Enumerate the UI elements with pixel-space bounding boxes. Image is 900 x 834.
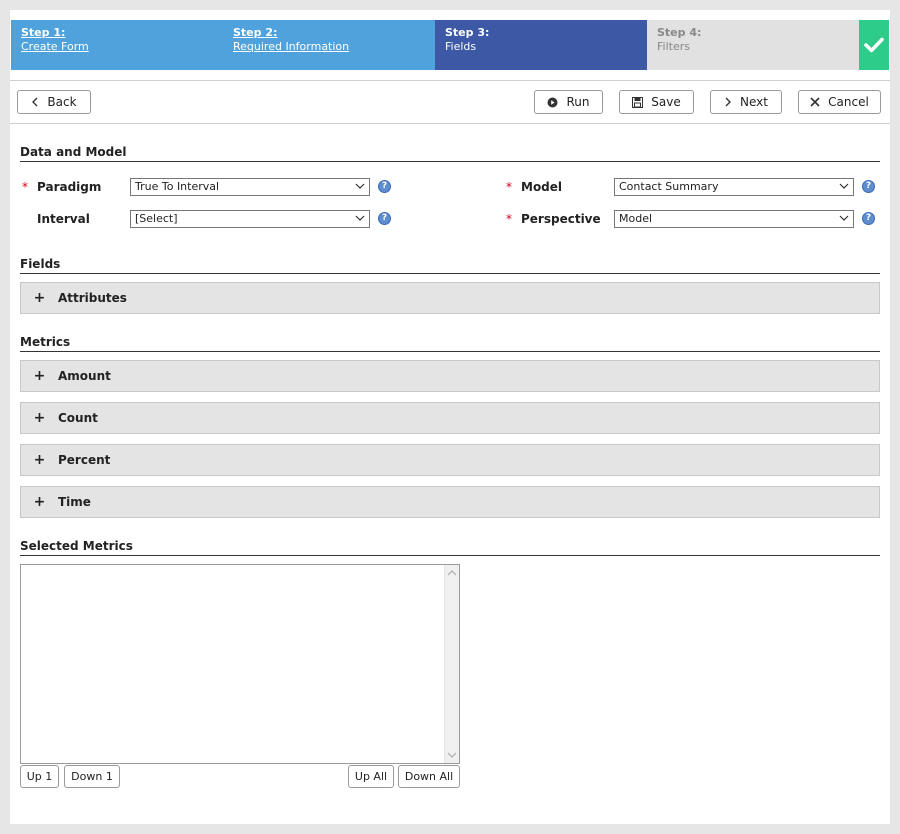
- perspective-label: Perspective: [521, 212, 601, 226]
- step-3-name: Fields: [445, 40, 477, 53]
- paradigm-label: Paradigm: [37, 180, 102, 194]
- selected-metrics-list[interactable]: [20, 564, 460, 764]
- paradigm-value: True To Interval: [135, 180, 220, 193]
- save-button[interactable]: Save: [619, 90, 694, 114]
- group-label: Percent: [58, 453, 111, 467]
- group-count[interactable]: + Count: [20, 402, 880, 434]
- help-icon[interactable]: ?: [862, 180, 875, 193]
- section-heading-metrics: Metrics: [20, 335, 880, 352]
- chevron-down-icon: [355, 183, 365, 189]
- expand-icon: +: [33, 368, 46, 384]
- interval-label: Interval: [37, 212, 90, 226]
- chevron-down-icon: [355, 215, 365, 221]
- group-label: Amount: [58, 369, 111, 383]
- next-button[interactable]: Next: [710, 90, 782, 114]
- model-select[interactable]: Contact Summary: [614, 178, 854, 196]
- play-circle-icon: [547, 97, 558, 107]
- wizard-step-3: Step 3: Fields: [435, 20, 647, 70]
- scroll-down-icon[interactable]: [447, 751, 457, 759]
- run-label: Run: [566, 95, 590, 109]
- step-1-title[interactable]: Step 1:: [21, 26, 213, 40]
- scrollbar[interactable]: [444, 565, 459, 763]
- chevron-down-icon: [839, 215, 849, 221]
- section-heading-fields: Fields: [20, 257, 880, 274]
- wizard-steps: Step 1: Create Form Step 2: Required Inf…: [11, 20, 889, 70]
- wizard-step-2[interactable]: Step 2: Required Information: [223, 20, 435, 70]
- required-marker: *: [506, 212, 512, 226]
- interval-value: [Select]: [135, 212, 178, 225]
- step-3-title: Step 3:: [445, 26, 490, 39]
- group-time[interactable]: + Time: [20, 486, 880, 518]
- expand-icon: +: [33, 410, 46, 426]
- model-label: Model: [521, 180, 563, 194]
- wizard-step-1[interactable]: Step 1: Create Form: [11, 20, 223, 70]
- run-button[interactable]: Run: [534, 90, 603, 114]
- back-button[interactable]: Back: [17, 90, 91, 114]
- scroll-up-icon[interactable]: [447, 569, 457, 577]
- group-label: Time: [58, 495, 91, 509]
- step-4-name: Filters: [657, 40, 690, 53]
- down-1-button[interactable]: Down 1: [64, 765, 120, 788]
- cancel-label: Cancel: [828, 95, 869, 109]
- down-all-button[interactable]: Down All: [398, 765, 460, 788]
- divider: [10, 80, 890, 81]
- step-4-title: Step 4:: [657, 26, 702, 39]
- interval-select[interactable]: [Select]: [130, 210, 370, 228]
- step-1-link[interactable]: Create Form: [21, 40, 89, 53]
- step-2-link[interactable]: Required Information: [233, 40, 349, 53]
- paradigm-select[interactable]: True To Interval: [130, 178, 370, 196]
- group-amount[interactable]: + Amount: [20, 360, 880, 392]
- divider: [10, 123, 890, 124]
- chevron-left-icon: [32, 97, 38, 107]
- chevron-right-icon: [725, 97, 732, 107]
- expand-icon: +: [33, 290, 46, 306]
- model-value: Contact Summary: [619, 180, 719, 193]
- group-label: Count: [58, 411, 98, 425]
- expand-icon: +: [33, 494, 46, 510]
- section-heading-data-and-model: Data and Model: [20, 145, 880, 162]
- step-2-title[interactable]: Step 2:: [233, 26, 425, 40]
- finish-button[interactable]: [859, 20, 889, 70]
- group-percent[interactable]: + Percent: [20, 444, 880, 476]
- help-icon[interactable]: ?: [378, 180, 391, 193]
- group-label: Attributes: [58, 291, 127, 305]
- required-marker: *: [506, 180, 512, 194]
- check-icon: [864, 37, 884, 53]
- expand-icon: +: [33, 452, 46, 468]
- chevron-down-icon: [839, 183, 849, 189]
- required-marker: *: [22, 180, 28, 194]
- wizard-step-4: Step 4: Filters: [647, 20, 859, 70]
- close-icon: [810, 97, 820, 107]
- cancel-button[interactable]: Cancel: [798, 90, 881, 114]
- perspective-value: Model: [619, 212, 653, 225]
- back-label: Back: [47, 95, 77, 109]
- section-heading-selected-metrics: Selected Metrics: [20, 539, 880, 556]
- up-1-button[interactable]: Up 1: [20, 765, 59, 788]
- perspective-select[interactable]: Model: [614, 210, 854, 228]
- floppy-disk-icon: [632, 96, 644, 108]
- group-attributes[interactable]: + Attributes: [20, 282, 880, 314]
- up-all-button[interactable]: Up All: [348, 765, 394, 788]
- help-icon[interactable]: ?: [378, 212, 391, 225]
- save-label: Save: [651, 95, 681, 109]
- page: Step 1: Create Form Step 2: Required Inf…: [10, 10, 890, 824]
- next-label: Next: [740, 95, 768, 109]
- help-icon[interactable]: ?: [862, 212, 875, 225]
